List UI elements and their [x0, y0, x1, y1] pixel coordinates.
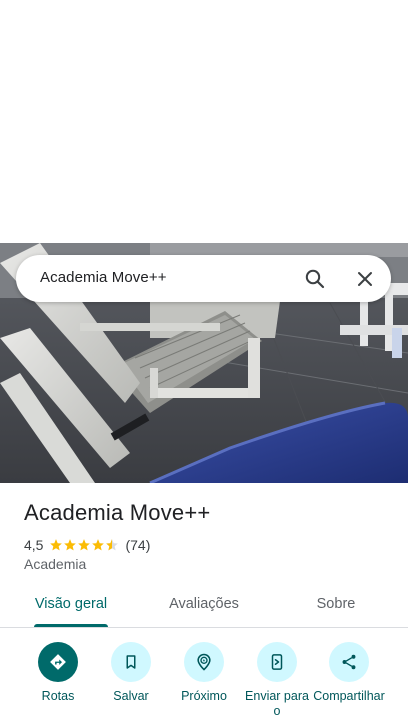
star-icon [92, 539, 105, 551]
tab-bar: Visão geral Avaliações Sobre [0, 584, 408, 628]
star-icon [78, 539, 91, 551]
rating-row[interactable]: 4,5 (74) [24, 536, 150, 554]
send-to-phone-label: Enviar para o [245, 689, 309, 718]
star-rating [49, 538, 119, 552]
directions-label: Rotas [41, 689, 75, 703]
place-category: Academia [24, 556, 87, 572]
directions-icon [38, 642, 78, 682]
half-star-icon [106, 539, 119, 551]
save-button[interactable]: Salvar [95, 642, 167, 704]
search-input[interactable]: Academia Move++ [40, 269, 167, 286]
star-icon [50, 539, 63, 551]
tab-about[interactable]: Sobre [300, 584, 372, 627]
star-icon [64, 539, 77, 551]
active-tab-indicator [34, 624, 108, 627]
save-label: Salvar [113, 689, 149, 703]
review-count[interactable]: (74) [125, 537, 150, 553]
share-label: Compartilhar [313, 689, 385, 703]
nearby-button[interactable]: Próximo [168, 642, 240, 704]
rating-value: 4,5 [24, 537, 44, 553]
send-to-phone-button[interactable]: Enviar para o [241, 642, 313, 719]
directions-button[interactable]: Rotas [22, 642, 94, 704]
bookmark-icon [111, 642, 151, 682]
place-details-screen: Academia Move++ Academia Move++ 4,5 (74)… [0, 0, 408, 726]
search-bar[interactable]: Academia Move++ [16, 255, 391, 302]
share-icon [329, 642, 369, 682]
tab-reviews[interactable]: Avaliações [155, 584, 253, 627]
search-icon[interactable] [303, 267, 327, 291]
share-button[interactable]: Compartilhar [313, 642, 385, 704]
send-to-phone-icon [257, 642, 297, 682]
nearby-icon [184, 642, 224, 682]
nearby-label: Próximo [181, 689, 227, 703]
close-icon[interactable] [353, 267, 377, 291]
place-title: Academia Move++ [24, 500, 211, 525]
tab-overview[interactable]: Visão geral [22, 584, 120, 627]
